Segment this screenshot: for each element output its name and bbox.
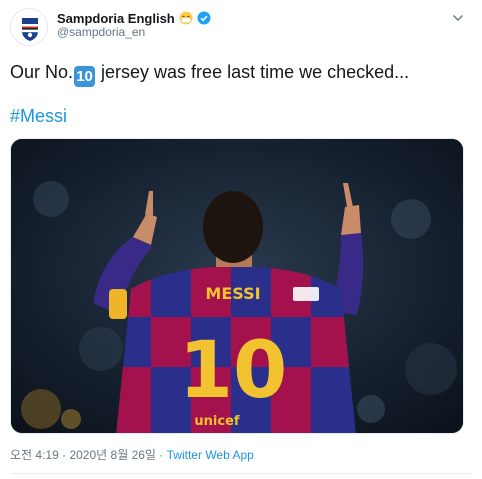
jersey-sponsor-text: unicef <box>194 414 239 429</box>
tweet-meta: 오전 4:19 · 2020년 8월 26일 · Twitter Web App <box>10 446 254 463</box>
meta-separator: · <box>58 448 70 462</box>
keycap-ten-emoji: 10 <box>74 66 96 87</box>
tweet-date[interactable]: 2020년 8월 26일 <box>69 448 156 462</box>
chevron-down-icon[interactable] <box>452 10 464 21</box>
tweet-source-link[interactable]: Twitter Web App <box>167 448 254 462</box>
tweet-text-after: jersey was free last time we checked... <box>96 62 410 82</box>
meta-separator-2: · <box>155 448 167 462</box>
messi-pointing-up-image: MESSI 10 unicef <box>11 139 463 433</box>
hashtag-link[interactable]: #Messi <box>10 106 67 127</box>
avatar[interactable] <box>10 8 48 46</box>
jersey-number-text: 10 <box>179 326 288 416</box>
grinning-face-with-mask-emoji-icon <box>179 11 193 25</box>
sampdoria-crest-icon <box>11 9 47 45</box>
tweet-text: Our No. 10 jersey was free last time we c… <box>10 59 409 87</box>
author-handle[interactable]: @sampdoria_en <box>57 25 145 39</box>
verified-badge-icon <box>197 11 211 25</box>
tweet-time[interactable]: 오전 4:19 <box>10 448 59 462</box>
tweet: Sampdoria English @sampdoria_en Our No. 1… <box>0 0 482 479</box>
display-name[interactable]: Sampdoria English <box>57 11 175 26</box>
jersey-name-text: MESSI <box>205 284 260 303</box>
tweet-photo[interactable]: MESSI 10 unicef <box>10 138 464 434</box>
divider <box>10 473 472 474</box>
tweet-text-before: Our No. <box>10 62 74 82</box>
